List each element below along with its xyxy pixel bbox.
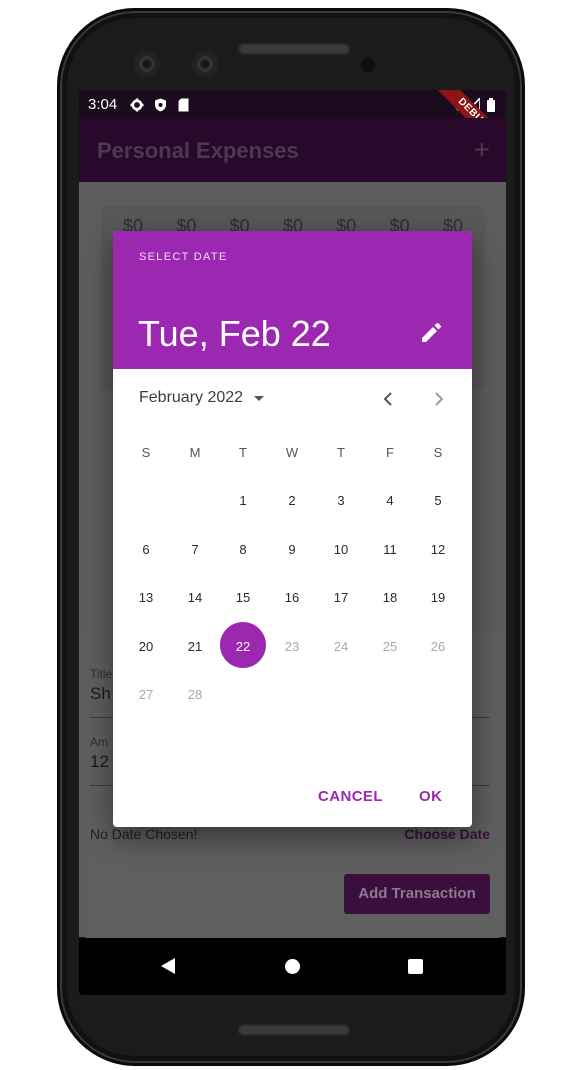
calendar-day[interactable]: 2	[272, 491, 312, 511]
page-title: Personal Expenses	[97, 138, 299, 163]
calendar-day[interactable]: 8	[223, 540, 263, 560]
add-transaction-button[interactable]: Add Transaction	[344, 874, 490, 914]
app-bar: Personal Expenses +	[79, 118, 506, 182]
calendar-day[interactable]: 16	[272, 588, 312, 608]
weekday-header: T	[337, 445, 345, 460]
chevron-right-icon[interactable]	[431, 389, 447, 409]
settings-icon	[130, 98, 144, 112]
cancel-button[interactable]: CANCEL	[318, 788, 383, 805]
calendar-day[interactable]: 11	[370, 540, 410, 560]
selected-date-text: Tue, Feb 22	[138, 313, 331, 354]
amount-field[interactable]: 12	[90, 752, 109, 772]
recents-icon[interactable]	[408, 959, 423, 974]
calendar-day-selected[interactable]: 22	[223, 637, 263, 657]
calendar-day[interactable]: 15	[223, 588, 263, 608]
home-icon[interactable]	[285, 959, 300, 974]
weekday-header: F	[386, 445, 394, 460]
weekday-header: T	[239, 445, 247, 460]
calendar-day[interactable]: 5	[418, 491, 458, 511]
calendar-day[interactable]: 1	[223, 491, 263, 511]
calendar-day[interactable]: 7	[175, 540, 215, 560]
calendar-day[interactable]: 20	[126, 637, 166, 657]
front-camera-icon	[134, 51, 160, 77]
calendar-day[interactable]: 17	[321, 588, 361, 608]
calendar-day[interactable]: 21	[175, 637, 215, 657]
calendar-day[interactable]: 3	[321, 491, 361, 511]
calendar-day: 26	[430, 638, 446, 654]
calendar-day: 27	[138, 687, 154, 702]
bottom-speaker	[238, 1024, 350, 1036]
weekday-header: M	[189, 445, 201, 460]
calendar-day[interactable]: 14	[175, 588, 215, 608]
choose-date-button[interactable]: Choose Date	[404, 826, 490, 842]
weekday-header: W	[285, 445, 299, 460]
weekday-header: S	[141, 445, 151, 460]
status-time: 3:04	[88, 96, 118, 113]
helper-text: SELECT DATE	[139, 251, 228, 263]
chevron-left-icon[interactable]	[380, 389, 396, 409]
system-nav-bar	[79, 938, 506, 995]
calendar-day[interactable]: 19	[418, 588, 458, 608]
calendar-day: 23	[284, 638, 300, 654]
calendar-day[interactable]: 4	[370, 491, 410, 511]
amount-field-label: Am	[90, 735, 108, 749]
dropdown-arrow-icon	[253, 395, 264, 401]
month-year-label: February 2022	[139, 389, 244, 406]
calendar-day: 28	[187, 687, 203, 702]
proximity-sensor	[361, 58, 375, 72]
calendar-day[interactable]: 10	[321, 540, 361, 560]
calendar-day: 25	[382, 638, 398, 654]
edit-icon[interactable]	[420, 322, 442, 344]
title-field[interactable]: Sh	[90, 684, 111, 704]
weekday-header: S	[433, 445, 443, 460]
back-icon[interactable]	[161, 958, 175, 974]
battery-icon	[487, 98, 495, 112]
date-picker-header: SELECT DATE Tue, Feb 22	[113, 231, 472, 369]
no-date-text: No Date Chosen!	[90, 826, 198, 842]
month-year-selector[interactable]: February 2022	[139, 389, 264, 409]
calendar-day[interactable]: 12	[418, 540, 458, 560]
shield-icon	[155, 98, 166, 112]
calendar-day: 24	[333, 638, 349, 654]
earpiece-speaker	[238, 43, 350, 55]
date-picker-dialog: SELECT DATE Tue, Feb 22 February 2022 S M…	[113, 231, 472, 827]
front-camera-icon	[192, 51, 218, 77]
ok-button[interactable]: OK	[419, 788, 442, 805]
status-bar: 3:04 DEBUG	[79, 90, 506, 159]
sd-card-icon	[178, 98, 189, 112]
calendar-day[interactable]: 13	[126, 588, 166, 608]
calendar-day[interactable]: 6	[126, 540, 166, 560]
calendar-day[interactable]: 9	[272, 540, 312, 560]
plus-icon[interactable]: +	[474, 136, 490, 164]
title-field-label: Title	[90, 667, 113, 681]
calendar-day[interactable]: 18	[370, 588, 410, 608]
